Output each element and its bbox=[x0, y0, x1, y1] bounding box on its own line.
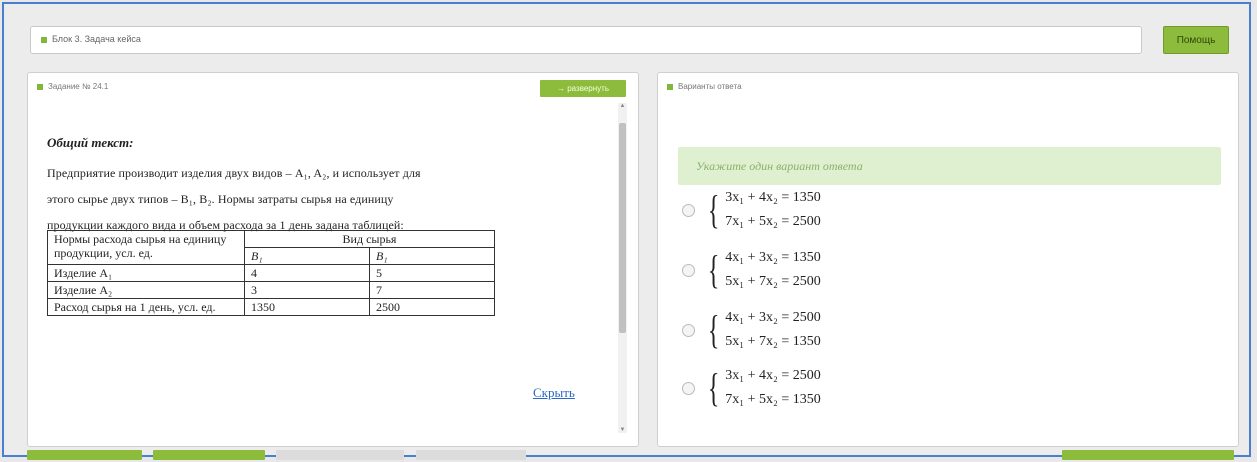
expand-button[interactable]: → развернуть bbox=[540, 80, 626, 97]
equation: 5x₁ + 7x₂ = 1350 bbox=[725, 334, 821, 349]
answers-title: Варианты ответа bbox=[678, 82, 742, 91]
table-cell: 1350 bbox=[244, 298, 370, 316]
bottom-button[interactable] bbox=[276, 450, 404, 460]
equation: 7x₁ + 5x₂ = 2500 bbox=[725, 214, 821, 229]
radio-button[interactable] bbox=[682, 381, 695, 395]
equation: 7x₁ + 5x₂ = 1350 bbox=[725, 392, 821, 407]
task-heading: Общий текст: bbox=[47, 135, 134, 150]
equation: 4x₁ + 3x₂ = 1350 bbox=[725, 250, 821, 265]
table-group-header: Вид сырья bbox=[244, 230, 495, 248]
table-cell: 2500 bbox=[369, 298, 495, 316]
hide-link[interactable]: Скрыть bbox=[533, 385, 575, 401]
brace-icon: { bbox=[707, 187, 720, 232]
bottom-button[interactable] bbox=[1062, 450, 1234, 460]
equation: 4x₁ + 3x₂ = 2500 bbox=[725, 310, 821, 325]
bottom-button[interactable] bbox=[27, 450, 142, 460]
task-title: Задание № 24.1 bbox=[48, 82, 109, 91]
block-title: Блок 3. Задача кейса bbox=[52, 34, 141, 44]
brace-icon: { bbox=[707, 365, 720, 410]
table-row: Изделие A₂ 3 7 bbox=[47, 281, 495, 299]
answer-option-2[interactable]: { 4x₁ + 3x₂ = 1350 5x₁ + 7x₂ = 2500 bbox=[682, 245, 821, 295]
block-title-bar: Блок 3. Задача кейса bbox=[30, 26, 1142, 54]
table-cell: 4 bbox=[244, 264, 370, 282]
answers-panel: Варианты ответа Укажите один вариант отв… bbox=[657, 72, 1239, 447]
scrollbar-thumb[interactable] bbox=[619, 123, 626, 333]
table-cell: 3 bbox=[244, 281, 370, 299]
radio-button[interactable] bbox=[682, 203, 695, 217]
green-square-icon bbox=[37, 83, 43, 90]
scrollbar[interactable]: ▲ ▼ bbox=[618, 103, 627, 433]
radio-button[interactable] bbox=[682, 323, 695, 337]
brace-icon: { bbox=[707, 307, 720, 352]
answer-option-1[interactable]: { 3x₁ + 4x₂ = 1350 7x₁ + 5x₂ = 2500 bbox=[682, 185, 821, 235]
scroll-down-icon[interactable]: ▼ bbox=[618, 427, 627, 433]
equation: 5x₁ + 7x₂ = 2500 bbox=[725, 274, 821, 289]
scroll-up-icon[interactable]: ▲ bbox=[618, 103, 627, 109]
radio-button[interactable] bbox=[682, 263, 695, 277]
table-row: Расход сырья на 1 день, усл. ед. 1350 25… bbox=[47, 298, 495, 316]
table-subheader: B₁ bbox=[369, 247, 495, 265]
green-square-icon bbox=[667, 83, 673, 90]
brace-icon: { bbox=[707, 247, 720, 292]
bottom-button[interactable] bbox=[416, 450, 526, 460]
task-text: Общий текст: Предприятие производит изде… bbox=[47, 135, 587, 238]
task-paragraph-line: этого сырье двух типов – B₁, B₂. Нормы з… bbox=[47, 192, 394, 206]
table-cell: Изделие A₂ bbox=[47, 281, 245, 299]
answer-option-3[interactable]: { 4x₁ + 3x₂ = 2500 5x₁ + 7x₂ = 1350 bbox=[682, 305, 821, 355]
table-cell: 7 bbox=[369, 281, 495, 299]
answer-option-4[interactable]: { 3x₁ + 4x₂ = 2500 7x₁ + 5x₂ = 1350 bbox=[682, 363, 821, 413]
task-paragraph-line: Предприятие производит изделия двух видо… bbox=[47, 166, 421, 180]
task-panel: Задание № 24.1 → развернуть Общий текст:… bbox=[27, 72, 639, 447]
norms-table: Нормы расхода сырья на единицу продукции… bbox=[47, 230, 495, 316]
table-cell: 5 bbox=[369, 264, 495, 282]
green-square-icon bbox=[41, 36, 47, 43]
help-button[interactable]: Помощь bbox=[1163, 26, 1229, 54]
table-row: Изделие A₁ 4 5 bbox=[47, 264, 495, 282]
answer-hint: Укажите один вариант ответа bbox=[678, 147, 1221, 185]
equation: 3x₁ + 4x₂ = 1350 bbox=[725, 190, 821, 205]
equation: 3x₁ + 4x₂ = 2500 bbox=[725, 368, 821, 383]
table-cell: Изделие A₁ bbox=[47, 264, 245, 282]
table-subheader: B₁ bbox=[244, 247, 370, 265]
table-header-cell: Нормы расхода сырья на единицу продукции… bbox=[47, 230, 245, 265]
table-cell: Расход сырья на 1 день, усл. ед. bbox=[47, 298, 245, 316]
bottom-button[interactable] bbox=[153, 450, 265, 460]
